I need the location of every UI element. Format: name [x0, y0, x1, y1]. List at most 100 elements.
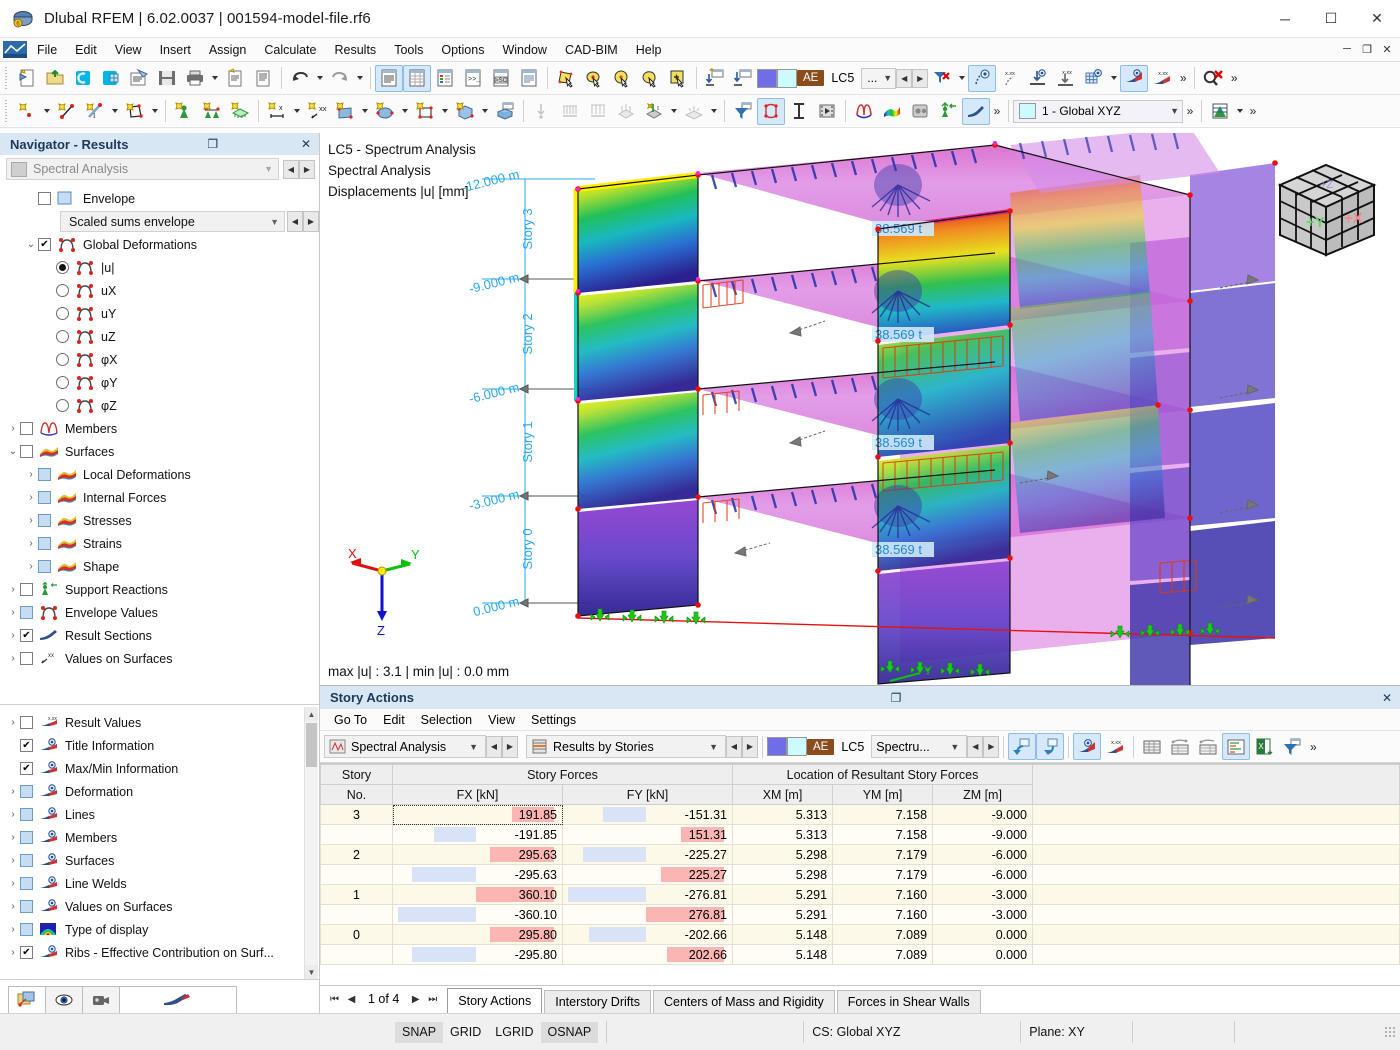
- th-ym[interactable]: YM [m]: [832, 784, 934, 805]
- tree-expander[interactable]: ›: [24, 538, 38, 549]
- tree-expander[interactable]: ›: [24, 469, 38, 480]
- tree-item-members[interactable]: › Members: [0, 826, 303, 849]
- tree-checkbox[interactable]: [20, 716, 33, 729]
- tree-expander[interactable]: ›: [6, 717, 20, 728]
- select-by-window-icon[interactable]: [580, 65, 608, 92]
- results-grid-dropdown-arrow[interactable]: [1108, 65, 1120, 92]
- script-icon[interactable]: >SC: [487, 65, 515, 92]
- tree-checkbox[interactable]: [38, 238, 51, 251]
- console-icon[interactable]: >>_: [459, 65, 487, 92]
- tree-item--y[interactable]: φY: [0, 371, 319, 394]
- story-menu-item-selection[interactable]: Selection: [413, 711, 480, 729]
- cell-story-no[interactable]: 2: [320, 844, 393, 865]
- tree-item-values-on-surfaces[interactable]: › xx Values on Surfaces: [0, 647, 319, 670]
- cell-empty[interactable]: [1032, 844, 1400, 865]
- new-opening-dropdown-arrow[interactable]: [439, 98, 451, 125]
- cell-empty[interactable]: [1032, 924, 1400, 945]
- next-envelope-button[interactable]: ▶: [303, 211, 319, 232]
- new-line-dimension-icon[interactable]: I: [81, 98, 109, 125]
- th-empty-group[interactable]: [1032, 764, 1400, 805]
- status-osnap-toggle[interactable]: OSNAP: [540, 1021, 599, 1043]
- tree-checkbox[interactable]: [20, 583, 33, 596]
- th-fx[interactable]: FX [kN]: [392, 784, 563, 805]
- cell-fx[interactable]: 191.85: [392, 804, 563, 825]
- new-node-icon[interactable]: [13, 98, 41, 125]
- story-actions-table-wrapper[interactable]: Story Story Forces Location of Resultant…: [320, 763, 1400, 985]
- tree-checkbox[interactable]: [20, 629, 33, 642]
- export-excel-icon[interactable]: X: [1250, 733, 1278, 760]
- analysis-type-combo[interactable]: Spectral Analysis ▼: [6, 158, 279, 180]
- render-mode-icon[interactable]: [1206, 98, 1234, 125]
- menu-item-cad-bim[interactable]: CAD-BIM: [556, 40, 627, 60]
- data-navigator-icon[interactable]: [375, 64, 403, 92]
- menu-item-edit[interactable]: Edit: [66, 40, 106, 60]
- prev-envelope-button[interactable]: ◀: [287, 211, 303, 232]
- cloud-sync-icon[interactable]: [69, 65, 97, 92]
- status-plane[interactable]: Plane: XY: [1029, 1025, 1124, 1039]
- tree-item-scaled-sums-envelope[interactable]: Scaled sums envelope ▼ ◀ ▶: [0, 210, 319, 233]
- sp-prev-load-case-button[interactable]: ◀: [967, 735, 984, 758]
- th-zm[interactable]: ZM [m]: [932, 784, 1034, 805]
- status-lgrid-toggle[interactable]: LGRID: [488, 1022, 540, 1043]
- th-story-no[interactable]: No.: [320, 784, 393, 805]
- cell-xm[interactable]: 5.298: [732, 864, 834, 885]
- tree-item-max-min-information[interactable]: Max/Min Information: [0, 757, 303, 780]
- menu-item-tools[interactable]: Tools: [385, 40, 432, 60]
- table-tab-interstory-drifts[interactable]: Interstory Drifts: [544, 990, 651, 1013]
- new-surface-support-icon[interactable]: [226, 98, 254, 125]
- tree-radio[interactable]: [56, 330, 69, 343]
- status-grid-toggle[interactable]: GRID: [443, 1022, 488, 1043]
- table-row[interactable]: 0 295.80 -202.66 5.148 7.089 0.000: [320, 924, 1400, 945]
- tree-item-deformation[interactable]: › Deformation: [0, 780, 303, 803]
- new-model-icon[interactable]: [13, 65, 41, 92]
- tree-item-uy[interactable]: uY: [0, 302, 319, 325]
- th-xm[interactable]: XM [m]: [732, 784, 834, 805]
- color-swatch-secondary[interactable]: [777, 68, 797, 88]
- tree-item-lines[interactable]: › Lines: [0, 803, 303, 826]
- toolbar-overflow-button-1[interactable]: »: [1176, 65, 1190, 92]
- cell-zm[interactable]: -6.000: [932, 844, 1034, 865]
- th-story-forces-group[interactable]: Story Forces: [391, 764, 734, 785]
- printout-report-icon[interactable]: [249, 65, 277, 92]
- cell-fy[interactable]: -202.66: [561, 924, 734, 945]
- story-actions-restore-button[interactable]: ❐: [887, 691, 905, 705]
- tree-checkbox[interactable]: [20, 785, 33, 798]
- tree-checkbox[interactable]: [38, 514, 51, 527]
- tree-expander[interactable]: ›: [6, 607, 20, 618]
- tree-expander[interactable]: ›: [6, 809, 20, 820]
- cell-story-no[interactable]: [320, 944, 393, 965]
- cell-fx[interactable]: 360.10: [392, 884, 563, 905]
- menu-item-help[interactable]: Help: [627, 40, 671, 60]
- pager-next-button[interactable]: ▶: [407, 994, 424, 1005]
- values-on-nodes-icon[interactable]: x.xx: [1052, 65, 1080, 92]
- th-location-group[interactable]: Location of Resultant Story Forces: [732, 764, 1034, 785]
- cell-zm[interactable]: 0.000: [932, 944, 1034, 965]
- cell-ym[interactable]: 7.089: [832, 924, 934, 945]
- tree-item-shape[interactable]: › Shape: [0, 555, 319, 578]
- cell-ym[interactable]: 7.160: [832, 884, 934, 905]
- cell-fy[interactable]: -225.27: [561, 844, 734, 865]
- tree-expander[interactable]: ›: [6, 901, 20, 912]
- model-info-icon[interactable]: [125, 65, 153, 92]
- cell-fx[interactable]: 295.63: [392, 844, 563, 865]
- cell-fy[interactable]: 276.81: [561, 904, 734, 925]
- sp-results-combo[interactable]: Results by Stories ▼: [526, 735, 726, 758]
- cell-fx[interactable]: -295.63: [392, 864, 563, 885]
- prev-analysis-button[interactable]: ◀: [283, 159, 299, 179]
- tree-expander[interactable]: ›: [24, 515, 38, 526]
- tree-checkbox[interactable]: [38, 192, 51, 205]
- next-result-window-icon[interactable]: [1036, 733, 1065, 760]
- minimize-button[interactable]: ─: [1262, 0, 1308, 38]
- tree-checkbox[interactable]: [20, 606, 33, 619]
- filter-delete-icon[interactable]: [928, 65, 956, 92]
- print-icon[interactable]: [181, 65, 209, 92]
- cell-fy[interactable]: -276.81: [561, 884, 734, 905]
- tree-checkbox[interactable]: [20, 652, 33, 665]
- story-actions-toolbar-overflow[interactable]: »: [1306, 733, 1320, 760]
- scroll-down-button[interactable]: ▼: [305, 965, 318, 979]
- tree-checkbox[interactable]: [20, 900, 33, 913]
- tree-expander[interactable]: ⌄: [24, 239, 38, 250]
- tree-checkbox[interactable]: [38, 537, 51, 550]
- toolbar-overflow-button-3[interactable]: »: [990, 98, 1004, 125]
- navigator-scrollbar[interactable]: ▲ ▼: [304, 707, 318, 979]
